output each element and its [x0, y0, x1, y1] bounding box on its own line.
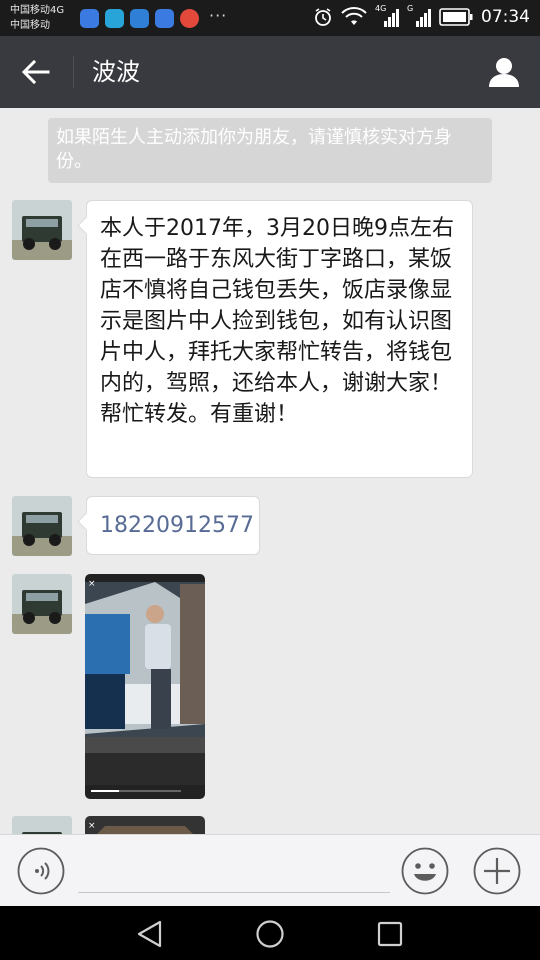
- avatar-image: [12, 574, 72, 634]
- carrier-line-2: 中国移动: [10, 20, 50, 31]
- avatar[interactable]: [12, 200, 72, 260]
- cctv-photo-image-2: ×: [85, 816, 205, 834]
- svg-text:×: ×: [88, 821, 96, 831]
- system-icons: 4G G 07:34: [313, 4, 530, 29]
- avatar-image: [12, 816, 72, 834]
- avatar-image: [12, 496, 72, 556]
- input-bar: [0, 834, 540, 906]
- image-message[interactable]: ×: [85, 816, 205, 834]
- system-notice: 如果陌生人主动添加你为朋友，请谨慎核实对方身份。: [48, 118, 492, 183]
- chat-info-button[interactable]: [486, 54, 522, 90]
- chat-area[interactable]: 如果陌生人主动添加你为朋友，请谨慎核实对方身份。 本人于2017年，3月20日晚…: [0, 108, 540, 834]
- back-button[interactable]: [18, 56, 54, 88]
- circle-home-icon: [256, 920, 284, 948]
- person-icon: [489, 58, 519, 87]
- avatar[interactable]: [12, 816, 72, 834]
- more-functions-button[interactable]: [473, 847, 521, 895]
- voice-input-button[interactable]: [17, 847, 65, 895]
- phone-number-link[interactable]: 18220912577: [86, 496, 260, 555]
- carrier-info: 中国移动4G 中国移动: [10, 3, 64, 33]
- message-input[interactable]: [78, 849, 390, 893]
- system-nav-bar: [0, 906, 540, 960]
- gallery-notification-icon: [130, 9, 149, 28]
- page-title: 波波: [92, 58, 140, 86]
- cctv-photo-image: ×: [85, 574, 205, 799]
- nav-recents-button[interactable]: [374, 918, 406, 950]
- cell-signal-2: G: [407, 4, 431, 29]
- voice-icon: [17, 847, 65, 895]
- cell-signal-1: 4G: [375, 4, 399, 29]
- network-type-label-1: 4G: [375, 4, 387, 13]
- notification-more-icon: ···: [209, 6, 228, 25]
- nav-back-button[interactable]: [134, 918, 166, 950]
- weibo-notification-icon: [180, 9, 199, 28]
- avatar[interactable]: [12, 574, 72, 634]
- notification-icons: ···: [80, 6, 228, 28]
- nav-home-button[interactable]: [254, 918, 286, 950]
- image-message[interactable]: ×: [85, 574, 205, 799]
- status-bar: 中国移动4G 中国移动 ··· 4G G 07:34: [0, 0, 540, 36]
- avatar-image: [12, 200, 72, 260]
- emoji-button[interactable]: [401, 847, 449, 895]
- clock: 07:34: [481, 7, 530, 27]
- emoji-icon: [401, 847, 449, 895]
- avatar[interactable]: [12, 496, 72, 556]
- app-notification-icon-2: [155, 9, 174, 28]
- network-type-label-2: G: [407, 4, 414, 13]
- header-divider: [73, 56, 74, 88]
- message-bubble[interactable]: 本人于2017年，3月20日晚9点左右在西一路于东风大街丁字路口，某饭店不慎将自…: [86, 200, 473, 478]
- arrow-left-icon: [21, 59, 50, 85]
- alarm-icon: [315, 8, 331, 26]
- message-notification-icon: [105, 9, 124, 28]
- app-notification-icon: [80, 9, 99, 28]
- carrier-line-1: 中国移动4G: [10, 5, 65, 16]
- chat-header: 波波: [0, 36, 540, 108]
- battery-icon: [439, 8, 473, 26]
- square-recents-icon: [377, 921, 403, 947]
- triangle-back-icon: [137, 920, 162, 948]
- svg-text:×: ×: [88, 579, 96, 589]
- wifi-icon: [341, 7, 367, 25]
- plus-icon: [473, 847, 521, 895]
